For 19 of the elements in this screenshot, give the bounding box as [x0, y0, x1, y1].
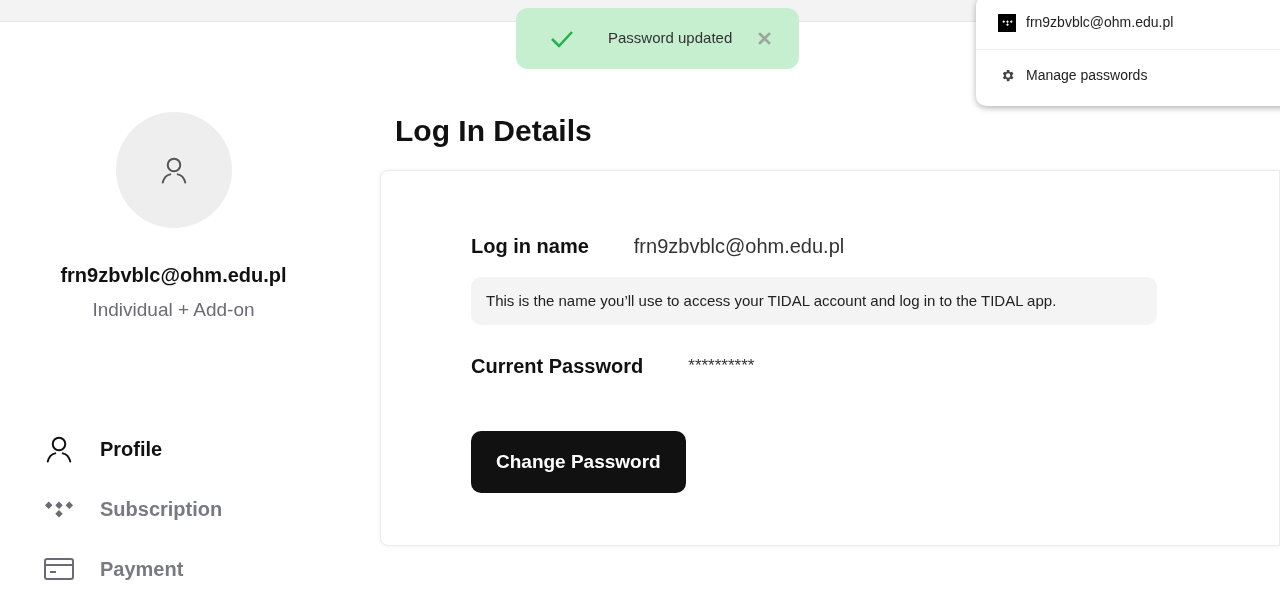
field-label: Log in name — [471, 234, 589, 259]
nav-item[interactable]: Profile — [44, 432, 223, 465]
close-icon[interactable] — [758, 32, 771, 45]
field-value: frn9zbvblc@ohm.edu.pl — [633, 234, 845, 259]
toast-message: Password updated — [608, 28, 733, 49]
page-title: Log In Details — [395, 113, 593, 149]
nav-item[interactable]: Payment — [44, 552, 223, 585]
card-icon — [44, 556, 74, 581]
change-password-button[interactable]: Change Password — [471, 431, 686, 493]
info-note: This is the name you’ll use to access your TIDAL account and log in to the TIDAL app. — [471, 277, 1157, 325]
manage-passwords-item[interactable]: Manage passwords — [976, 50, 1280, 100]
plan-name: Individual + Add-on — [92, 298, 255, 322]
field-value: ********** — [688, 355, 755, 378]
nav-item[interactable]: Subscription — [44, 492, 223, 525]
account-item[interactable]: frn9zbvblc@ohm.edu.pl — [976, 0, 1280, 50]
settings-icon — [1000, 67, 1015, 83]
field-label: Current Password — [471, 354, 644, 379]
profile-email: frn9zbvblc@ohm.edu.pl — [60, 263, 287, 288]
diamonds-icon — [1001, 18, 1013, 27]
